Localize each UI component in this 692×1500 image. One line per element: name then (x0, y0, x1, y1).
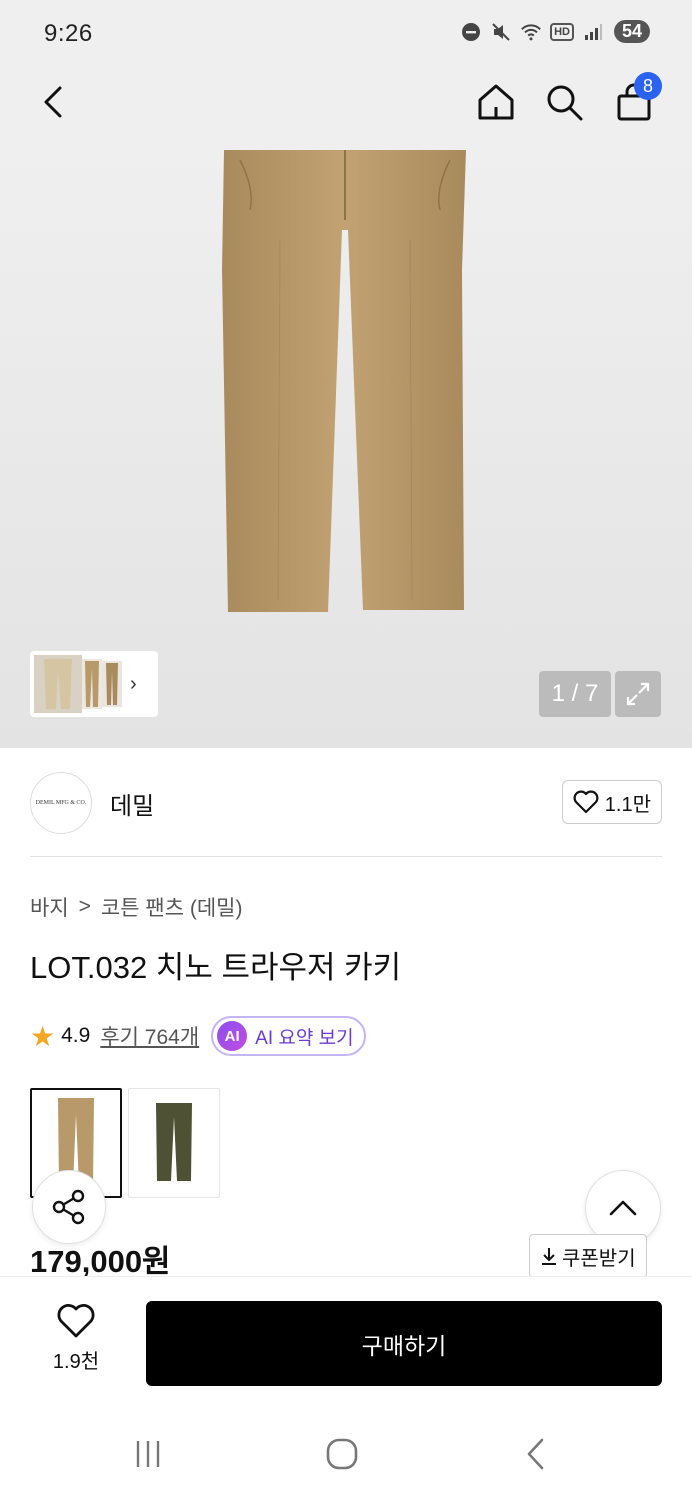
swatch-olive-image (156, 1103, 192, 1181)
search-icon (547, 85, 583, 121)
wishlist-count: 1.9천 (52, 1351, 100, 1373)
heart-icon (573, 790, 599, 814)
expand-icon (626, 682, 650, 706)
brand-like-button[interactable]: 1.1만 (561, 780, 662, 824)
brand-like-count: 1.1만 (604, 793, 651, 816)
back-button[interactable] (30, 78, 78, 126)
cart-count-badge: 8 (634, 72, 662, 100)
home-system-button[interactable] (320, 1434, 364, 1474)
heart-icon (57, 1304, 95, 1338)
product-image-gallery[interactable]: › 1 / 7 (0, 150, 692, 748)
brand-row: DEMIL MFG & CO. 데밀 1.1만 (30, 770, 662, 834)
rating-value: 4.9 (61, 1024, 91, 1047)
buy-button[interactable]: 구매하기 (146, 1301, 662, 1386)
recent-apps-icon (136, 1441, 160, 1467)
coupon-label: 쿠폰받기 (562, 1247, 636, 1270)
rating-row: ★ 4.9 후기 764개 AI AI 요약 보기 (30, 1016, 366, 1056)
battery-indicator: 54 (613, 20, 650, 43)
home-circle-icon (326, 1438, 358, 1470)
ai-summary-button[interactable]: AI AI 요약 보기 (211, 1016, 366, 1056)
home-button[interactable] (472, 78, 520, 126)
wifi-icon (520, 21, 542, 43)
brand-name[interactable]: 데밀 (110, 786, 154, 821)
breadcrumb-separator: > (78, 895, 91, 918)
back-arrow-icon (44, 86, 62, 118)
system-navigation-bar (0, 1406, 692, 1500)
reviews-link[interactable]: 후기 764개 (100, 1021, 199, 1051)
top-navigation: 8 (0, 68, 692, 210)
bottom-action-bar: 1.9천 구매하기 (0, 1276, 692, 1406)
signal-icon (582, 21, 604, 43)
download-icon (542, 1248, 556, 1265)
hd-indicator: HD (550, 22, 574, 41)
wishlist-button[interactable]: 1.9천 (40, 1303, 112, 1374)
ai-icon: AI (217, 1021, 248, 1051)
breadcrumb-category[interactable]: 바지 (30, 892, 69, 922)
thumbnail-previews (34, 655, 122, 713)
product-title: LOT.032 치노 트라우저 카키 (30, 950, 402, 985)
expand-image-button[interactable] (615, 671, 661, 717)
status-icons: HD 54 (460, 20, 650, 43)
thumbnail-more-chevron: › (130, 672, 137, 695)
product-image (222, 150, 466, 612)
share-icon (52, 1189, 85, 1225)
share-button[interactable] (32, 1170, 106, 1244)
thumbnail-strip[interactable]: › (30, 651, 158, 717)
search-button[interactable] (540, 78, 588, 126)
chevron-up-icon (609, 1200, 637, 1216)
status-time: 9:26 (44, 20, 93, 47)
ai-summary-label: AI 요약 보기 (255, 1027, 354, 1049)
breadcrumb: 바지 > 코튼 팬츠 (데밀) (30, 892, 242, 922)
mute-icon (490, 21, 512, 43)
home-icon (478, 84, 514, 120)
breadcrumb-subcategory[interactable]: 코튼 팬츠 (데밀) (101, 892, 243, 922)
color-swatch-olive[interactable] (128, 1088, 220, 1198)
system-back-button[interactable] (514, 1434, 558, 1474)
cart-button[interactable]: 8 (610, 72, 662, 126)
status-bar: 9:26 HD 54 (0, 0, 692, 68)
back-chevron-icon (527, 1438, 544, 1470)
star-icon: ★ (30, 1020, 56, 1052)
image-page-counter: 1 / 7 (539, 671, 611, 717)
do-not-disturb-icon (460, 21, 482, 43)
recent-apps-button[interactable] (126, 1434, 170, 1474)
divider (30, 856, 662, 857)
brand-logo[interactable]: DEMIL MFG & CO. (30, 772, 92, 834)
product-price: 179,000원 (30, 1244, 171, 1279)
coupon-button[interactable]: 쿠폰받기 (529, 1234, 647, 1278)
brand-logo-text: DEMIL MFG & CO. (35, 800, 87, 806)
